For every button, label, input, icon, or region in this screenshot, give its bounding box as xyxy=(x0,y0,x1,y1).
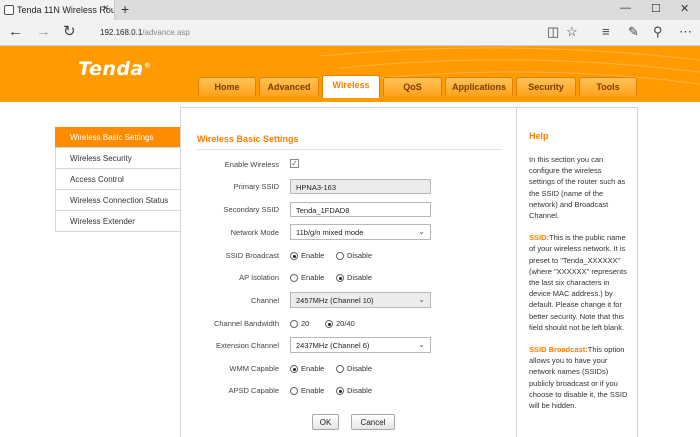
forward-icon[interactable]: → xyxy=(36,23,51,41)
cancel-button[interactable]: Cancel xyxy=(351,414,395,430)
extension-channel-value: 2437MHz (Channel 6) xyxy=(296,341,370,350)
channel-bandwidth-20-label: 20 xyxy=(301,319,310,328)
help-ssid-paragraph: SSID:This is the public name of your wir… xyxy=(529,232,629,333)
section-title: Wireless Basic Settings xyxy=(197,134,299,144)
secondary-ssid-label: Secondary SSID xyxy=(223,205,279,214)
apsd-enable-radio[interactable] xyxy=(290,387,298,395)
sidebar-item-wireless-extender[interactable]: Wireless Extender xyxy=(55,211,180,232)
ssid-broadcast-disable-radio[interactable] xyxy=(336,252,344,260)
network-mode-value: 11b/g/n mixed mode xyxy=(296,228,364,237)
help-title: Help xyxy=(529,131,549,141)
enable-wireless-checkbox[interactable]: ✓ xyxy=(290,159,299,168)
extension-channel-select[interactable]: 2437MHz (Channel 6) ⌄ xyxy=(290,337,431,353)
channel-value: 2457MHz (Channel 10) xyxy=(296,296,374,305)
tab-applications[interactable]: Applications xyxy=(445,77,513,96)
section-divider xyxy=(197,149,502,150)
browser-tab[interactable]: Tenda 11N Wireless Rout × xyxy=(0,0,115,20)
ssid-broadcast-disable-label: Disable xyxy=(347,251,373,260)
browser-tab-title: Tenda 11N Wireless Rout xyxy=(17,5,115,15)
chevron-down-icon: ⌄ xyxy=(418,340,425,349)
tenda-logo: Tenda® xyxy=(78,58,151,80)
chevron-down-icon: ⌄ xyxy=(418,295,425,304)
network-mode-label: Network Mode xyxy=(230,228,279,237)
ap-isolation-disable-radio[interactable] xyxy=(336,274,344,282)
ap-isolation-enable-radio[interactable] xyxy=(290,274,298,282)
wmm-disable-radio[interactable] xyxy=(336,365,344,373)
address-bar[interactable]: 192.168.0.1/advance.asp xyxy=(90,24,530,42)
share-icon[interactable]: ⚲ xyxy=(653,24,663,40)
close-tab-icon[interactable]: × xyxy=(103,3,109,14)
tab-advanced[interactable]: Advanced xyxy=(259,77,319,96)
reading-view-icon[interactable]: ◫ xyxy=(547,24,559,40)
primary-ssid-label: Primary SSID xyxy=(233,182,279,191)
minimize-icon[interactable]: — xyxy=(620,2,631,14)
help-panel: Help In this section you can configure t… xyxy=(516,107,638,437)
hub-icon[interactable]: ≡ xyxy=(602,24,610,40)
settings-panel: Wireless Basic Settings Enable Wireless … xyxy=(180,107,517,437)
more-icon[interactable]: ⋯ xyxy=(679,24,692,40)
back-icon[interactable]: ← xyxy=(8,23,23,41)
tab-qos[interactable]: QoS xyxy=(383,77,442,96)
channel-bandwidth-20-radio[interactable] xyxy=(290,320,298,328)
channel-select[interactable]: 2457MHz (Channel 10) ⌄ xyxy=(290,292,431,308)
address-host: 192.168.0.1 xyxy=(100,28,143,37)
apsd-disable-radio[interactable] xyxy=(336,387,344,395)
help-broadcast-term: SSID Broadcast: xyxy=(529,345,588,355)
sidebar: Wireless Basic Settings Wireless Securit… xyxy=(55,127,180,232)
wmm-enable-label: Enable xyxy=(301,364,325,373)
help-broadcast-text: This option allows you to have your netw… xyxy=(529,345,628,411)
sidebar-item-access-control[interactable]: Access Control xyxy=(55,169,180,190)
tab-home[interactable]: Home xyxy=(198,77,256,96)
web-note-icon[interactable]: ✎ xyxy=(628,24,639,40)
logo-registered-mark: ® xyxy=(143,61,152,70)
ssid-broadcast-enable-radio[interactable] xyxy=(290,252,298,260)
channel-bandwidth-label: Channel Bandwidth xyxy=(213,319,279,328)
tab-tools[interactable]: Tools xyxy=(579,77,637,96)
channel-bandwidth-2040-radio[interactable] xyxy=(325,320,333,328)
page-favicon-icon xyxy=(4,5,14,15)
channel-label: Channel xyxy=(251,296,279,305)
network-mode-select[interactable]: 11b/g/n mixed mode ⌄ xyxy=(290,224,431,240)
sidebar-item-wireless-security[interactable]: Wireless Security xyxy=(55,148,180,169)
browser-navbar: ← → ↻ 192.168.0.1/advance.asp ◫ ☆ ≡ ✎ ⚲ … xyxy=(0,20,700,46)
help-ssid-text: This is the public name of your wireless… xyxy=(529,233,627,332)
maximize-icon[interactable]: ☐ xyxy=(651,2,661,15)
apsd-disable-label: Disable xyxy=(347,386,373,395)
help-intro: In this section you can configure the wi… xyxy=(529,155,626,221)
apsd-capable-label: APSD Capable xyxy=(228,386,279,395)
channel-bandwidth-2040-label: 20/40 xyxy=(336,319,355,328)
browser-tab-strip: Tenda 11N Wireless Rout × + — ☐ ✕ xyxy=(0,0,700,20)
help-broadcast-paragraph: SSID Broadcast:This option allows you to… xyxy=(529,344,629,411)
refresh-icon[interactable]: ↻ xyxy=(63,23,76,41)
chevron-down-icon: ⌄ xyxy=(418,227,425,236)
ssid-broadcast-label: SSID Broadcast xyxy=(225,251,279,260)
help-ssid-term: SSID: xyxy=(529,233,550,243)
logo-text: Tenda xyxy=(78,58,144,80)
ssid-broadcast-enable-label: Enable xyxy=(301,251,325,260)
apsd-enable-label: Enable xyxy=(301,386,325,395)
ap-isolation-disable-label: Disable xyxy=(347,273,373,282)
router-header: Tenda® Home Advanced Wireless QoS Applic… xyxy=(0,46,700,102)
favorite-star-icon[interactable]: ☆ xyxy=(566,24,578,40)
primary-ssid-field[interactable]: HPNA3-163 xyxy=(290,179,431,194)
address-path: /advance.asp xyxy=(142,28,190,37)
wmm-capable-label: WMM Capable xyxy=(229,364,279,373)
new-tab-icon[interactable]: + xyxy=(121,1,129,17)
window-close-icon[interactable]: ✕ xyxy=(680,2,689,15)
sidebar-item-wireless-basic-settings[interactable]: Wireless Basic Settings xyxy=(55,127,180,148)
secondary-ssid-field[interactable]: Tenda_1FDAD8 xyxy=(290,202,431,217)
ap-isolation-label: AP Isolation xyxy=(239,273,279,282)
sidebar-item-wireless-connection-status[interactable]: Wireless Connection Status xyxy=(55,190,180,211)
tab-security[interactable]: Security xyxy=(516,77,576,96)
ok-button[interactable]: OK xyxy=(312,414,339,430)
wmm-enable-radio[interactable] xyxy=(290,365,298,373)
wmm-disable-label: Disable xyxy=(347,364,373,373)
page-body: Wireless Basic Settings Wireless Securit… xyxy=(0,102,700,437)
enable-wireless-label: Enable Wireless xyxy=(224,160,279,169)
extension-channel-label: Extension Channel xyxy=(216,341,279,350)
tab-wireless[interactable]: Wireless xyxy=(322,75,380,98)
ap-isolation-enable-label: Enable xyxy=(301,273,325,282)
